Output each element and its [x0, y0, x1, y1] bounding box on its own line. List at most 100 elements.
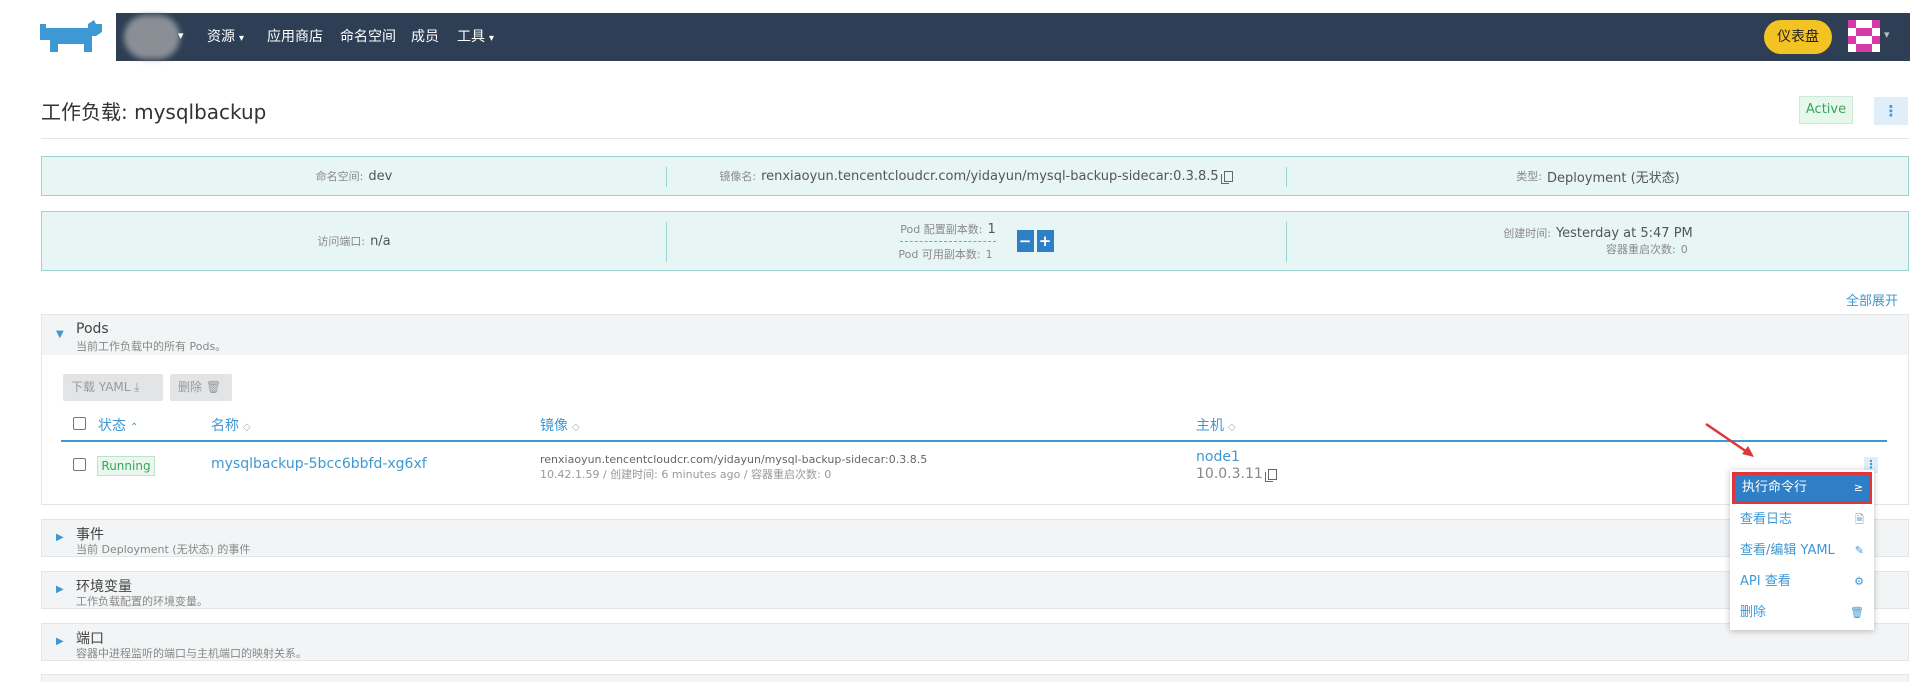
menu-item-label: 查看日志: [1740, 512, 1793, 527]
nav-app-store[interactable]: 应用商店: [267, 13, 323, 61]
expand-triangle-icon: ▶: [56, 636, 64, 647]
section-subtitle: 当前工作负载中的所有 Pods。: [76, 340, 227, 353]
menu-item-edit-yaml[interactable]: 查看/编辑 YAML ✎: [1730, 536, 1874, 566]
restarts-value: 0: [1680, 243, 1688, 256]
restarts-label: 容器重启次数:: [1606, 243, 1676, 256]
image-value: renxiaoyun.tencentcloudcr.com/yidayun/my…: [761, 168, 1219, 184]
chevron-down-icon: ▾: [239, 33, 245, 44]
section-env[interactable]: ▶ 环境变量 工作负载配置的环境变量。: [41, 571, 1909, 609]
namespace-label: 命名空间:: [315, 170, 364, 183]
column-header-host[interactable]: 主机 ◇: [1196, 415, 1236, 435]
column-header-name[interactable]: 名称 ◇: [211, 415, 251, 435]
nav-tools-label: 工具: [457, 29, 485, 45]
rancher-logo-icon[interactable]: [38, 18, 104, 56]
type-info: 类型: Deployment (无状态): [1286, 157, 1910, 195]
namespace-value: dev: [368, 168, 393, 184]
replica-stepper: − +: [1014, 230, 1054, 252]
nav-namespaces[interactable]: 命名空间: [340, 13, 396, 61]
nav-tools[interactable]: 工具 ▾: [457, 13, 494, 61]
nav-namespaces-label: 命名空间: [340, 29, 396, 45]
replicas-avail-value: 1: [985, 247, 993, 261]
image-label: 镜像名:: [719, 170, 757, 183]
menu-item-view-logs[interactable]: 查看日志 🗎: [1730, 505, 1874, 535]
namespace-info: 命名空间: dev: [42, 157, 666, 195]
image-info: 镜像名: renxiaoyun.tencentcloudcr.com/yiday…: [666, 157, 1286, 195]
sort-icon: ◇: [243, 422, 251, 433]
expand-triangle-icon: ▶: [56, 584, 64, 595]
replicas-config: Pod 配置副本数: 1: [900, 221, 996, 242]
section-more: [41, 674, 1909, 682]
pod-ip-value: 10.0.3.11: [1196, 466, 1263, 482]
info-box-2: 访问端口: n/a Pod 配置副本数: 1 Pod 可用副本数: 1 − + 创建时…: [41, 211, 1909, 271]
pod-meta: 10.42.1.59 / 创建时间: 6 minutes ago / 容器重启次…: [540, 468, 832, 481]
replicas-text: Pod 配置副本数: 1 Pod 可用副本数: 1: [898, 221, 997, 262]
scale-down-button[interactable]: −: [1016, 230, 1034, 252]
chevron-down-icon: ▾: [489, 33, 495, 44]
port-value: n/a: [370, 233, 391, 249]
row-checkbox[interactable]: [73, 458, 86, 471]
copy-icon[interactable]: [1220, 170, 1233, 184]
nav-members[interactable]: 成员: [411, 13, 439, 61]
menu-item-api-view[interactable]: API 查看 ⚙: [1730, 567, 1874, 597]
status-badge: Running: [97, 456, 155, 476]
pod-name-link[interactable]: mysqlbackup-5bcc6bbfd-xg6xf: [211, 456, 427, 472]
file-icon: 🗎: [1855, 513, 1864, 526]
status-badge: Active: [1799, 96, 1853, 124]
dashboard-button[interactable]: 仪表盘: [1764, 20, 1832, 54]
divider: [41, 138, 1909, 139]
section-title: Pods: [76, 321, 109, 337]
restarts-row: 容器重启次数: 0: [1606, 241, 1693, 257]
section-events[interactable]: ▶ 事件 当前 Deployment (无状态) 的事件: [41, 519, 1909, 557]
created-label: 创建时间:: [1503, 227, 1551, 240]
expand-all-link[interactable]: 全部展开: [1846, 290, 1898, 309]
menu-item-label: API 查看: [1740, 574, 1791, 589]
column-header-status[interactable]: 状态 ⌃: [98, 415, 138, 435]
column-header-label: 主机: [1196, 418, 1224, 434]
chevron-down-icon[interactable]: ▾: [1884, 28, 1890, 41]
select-all-checkbox[interactable]: [73, 417, 86, 430]
menu-item-label: 执行命令行: [1742, 480, 1808, 495]
delete-label: 删除: [178, 380, 203, 394]
type-label: 类型:: [1516, 170, 1542, 183]
row-actions-menu: 执行命令行 ≥ 查看日志 🗎 查看/编辑 YAML ✎ API 查看 ⚙ 删除 🗑: [1730, 470, 1874, 630]
user-avatar[interactable]: [1848, 20, 1880, 52]
replicas-avail: Pod 可用副本数: 1: [898, 242, 997, 262]
section-pods[interactable]: ▼ Pods 当前工作负载中的所有 Pods。: [41, 314, 1909, 356]
menu-item-exec-shell[interactable]: 执行命令行 ≥: [1732, 472, 1872, 504]
download-yaml-label: 下载 YAML: [71, 380, 131, 394]
column-header-label: 状态: [98, 418, 126, 434]
pod-image: renxiaoyun.tencentcloudcr.com/yidayun/my…: [540, 453, 928, 466]
cluster-avatar: [124, 15, 180, 59]
copy-icon[interactable]: [1264, 468, 1277, 482]
table-header-line: [61, 440, 1887, 442]
port-info: 访问端口: n/a: [42, 212, 666, 270]
more-actions-button[interactable]: ⋮: [1874, 97, 1908, 125]
section-subtitle: 当前 Deployment (无状态) 的事件: [76, 543, 251, 556]
column-header-label: 镜像: [540, 418, 568, 434]
replicas-info: Pod 配置副本数: 1 Pod 可用副本数: 1 − +: [666, 212, 1286, 270]
menu-item-delete[interactable]: 删除 🗑: [1730, 598, 1874, 628]
page-title: 工作负载: mysqlbackup: [41, 100, 267, 124]
expand-triangle-icon: ▶: [56, 532, 64, 543]
nav-app-store-label: 应用商店: [267, 29, 323, 45]
nav-members-label: 成员: [411, 29, 439, 45]
info-box-1: 命名空间: dev 镜像名: renxiaoyun.tencentcloudcr…: [41, 156, 1909, 196]
api-icon: ⚙: [1854, 575, 1864, 588]
sort-up-icon: ⌃: [130, 422, 139, 433]
created-row: 创建时间: Yesterday at 5:47 PM: [1503, 225, 1693, 241]
scale-up-button[interactable]: +: [1036, 230, 1054, 252]
section-ports[interactable]: ▶ 端口 容器中进程监听的端口与主机端口的映射关系。: [41, 623, 1909, 661]
annotation-arrow-icon: [1705, 422, 1754, 457]
pod-node-link[interactable]: node1: [1196, 449, 1240, 465]
nav-resources[interactable]: 资源 ▾: [207, 13, 244, 61]
delete-button[interactable]: 删除 🗑: [170, 374, 232, 401]
download-yaml-button[interactable]: 下载 YAML ⤓: [63, 374, 163, 401]
cluster-selector[interactable]: ▾: [116, 13, 194, 61]
type-value: Deployment (无状态): [1546, 170, 1680, 186]
created-info: 创建时间: Yesterday at 5:47 PM 容器重启次数: 0: [1286, 212, 1910, 270]
column-header-image[interactable]: 镜像 ◇: [540, 415, 580, 435]
section-subtitle: 工作负载配置的环境变量。: [76, 595, 208, 608]
port-label: 访问端口:: [317, 235, 366, 248]
created-text: 创建时间: Yesterday at 5:47 PM 容器重启次数: 0: [1503, 225, 1693, 257]
terminal-icon: ≥: [1853, 481, 1863, 494]
